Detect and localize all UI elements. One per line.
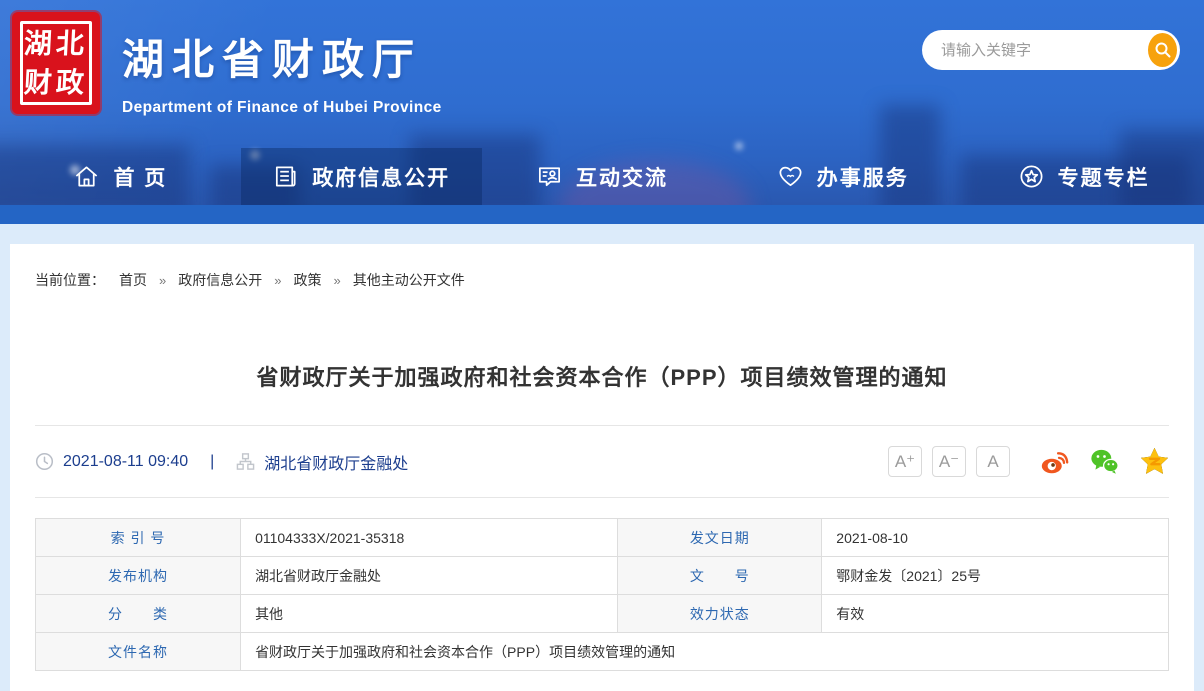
publish-source: 湖北省财政厅金融处 xyxy=(264,450,408,474)
site-title: 湖北省财政厅 xyxy=(122,26,442,87)
doc-index-label: 索 引 号 xyxy=(36,519,241,557)
doc-category-value: 其他 xyxy=(241,595,618,633)
font-increase-button[interactable]: A⁺ xyxy=(888,446,922,477)
doc-name-value: 省财政厅关于加强政府和社会资本合作（PPP）项目绩效管理的通知 xyxy=(241,633,1169,671)
article-title: 省财政厅关于加强政府和社会资本合作（PPP）项目绩效管理的通知 xyxy=(35,360,1169,392)
doc-validity-label: 效力状态 xyxy=(618,595,822,633)
seal-text-row1: 湖北 xyxy=(23,29,89,58)
home-icon xyxy=(73,163,100,190)
breadcrumb-separator: » xyxy=(159,273,166,288)
doc-validity-value: 有效 xyxy=(822,595,1169,633)
hubei-finance-seal-logo: 湖北 财政 xyxy=(12,12,100,114)
heart-icon xyxy=(777,163,804,190)
doc-number-value: 鄂财金发〔2021〕25号 xyxy=(822,557,1169,595)
breadcrumb-link-other-docs[interactable]: 其他主动公开文件 xyxy=(353,270,465,290)
breadcrumb-link-gov-info[interactable]: 政府信息公开 xyxy=(178,270,262,290)
font-decrease-button[interactable]: A⁻ xyxy=(932,446,966,477)
nav-item-label: 专题专栏 xyxy=(1058,162,1150,192)
doc-agency-value: 湖北省财政厅金融处 xyxy=(241,557,618,595)
breadcrumb-label: 当前位置： xyxy=(35,270,105,290)
search-icon xyxy=(1154,41,1172,59)
site-header: 湖北 财政 湖北省财政厅 Department of Finance of Hu… xyxy=(0,0,1204,224)
site-subtitle: Department of Finance of Hubei Province xyxy=(122,99,442,117)
nav-item-label: 互动交流 xyxy=(576,162,668,192)
font-reset-button[interactable]: A xyxy=(976,446,1010,477)
nav-bottom-strip xyxy=(0,205,1204,224)
doc-date-label: 发文日期 xyxy=(618,519,822,557)
qzone-icon[interactable] xyxy=(1140,447,1169,476)
table-row: 文件名称 省财政厅关于加强政府和社会资本合作（PPP）项目绩效管理的通知 xyxy=(36,633,1169,671)
breadcrumb-link-home[interactable]: 首页 xyxy=(119,270,147,290)
nav-item-label: 办事服务 xyxy=(817,162,909,192)
doc-index-value: 01104333X/2021-35318 xyxy=(241,519,618,557)
search-box xyxy=(922,30,1180,70)
content-card: 当前位置： 首页 » 政府信息公开 » 政策 » 其他主动公开文件 省财政厅关于… xyxy=(10,244,1194,691)
wechat-icon[interactable] xyxy=(1090,447,1119,476)
doc-date-value: 2021-08-10 xyxy=(822,519,1169,557)
nav-item-label: 政府信息公开 xyxy=(312,162,450,192)
table-row: 索 引 号 01104333X/2021-35318 发文日期 2021-08-… xyxy=(36,519,1169,557)
publish-datetime: 2021-08-11 09:40 xyxy=(63,453,188,471)
star-circle-icon xyxy=(1018,163,1045,190)
breadcrumb: 当前位置： 首页 » 政府信息公开 » 政策 » 其他主动公开文件 xyxy=(35,244,1169,290)
document-info-table: 索 引 号 01104333X/2021-35318 发文日期 2021-08-… xyxy=(35,518,1169,671)
org-icon xyxy=(236,452,255,471)
doc-number-label: 文 号 xyxy=(618,557,822,595)
doc-name-label: 文件名称 xyxy=(36,633,241,671)
article-meta-row: 2021-08-11 09:40 | 湖北省财政厅金融处 A⁺ A⁻ A xyxy=(35,425,1169,498)
newspaper-icon xyxy=(272,163,299,190)
doc-agency-label: 发布机构 xyxy=(36,557,241,595)
breadcrumb-link-policy[interactable]: 政策 xyxy=(293,270,321,290)
table-row: 分 类 其他 效力状态 有效 xyxy=(36,595,1169,633)
breadcrumb-separator: » xyxy=(274,273,281,288)
breadcrumb-separator: » xyxy=(333,273,340,288)
search-input[interactable] xyxy=(922,42,1148,59)
doc-category-label: 分 类 xyxy=(36,595,241,633)
weibo-icon[interactable] xyxy=(1040,447,1069,476)
search-button[interactable] xyxy=(1148,33,1177,67)
nav-item-label: 首 页 xyxy=(113,162,167,192)
meta-separator: | xyxy=(210,453,214,471)
table-row: 发布机构 湖北省财政厅金融处 文 号 鄂财金发〔2021〕25号 xyxy=(36,557,1169,595)
seal-text-row2: 财政 xyxy=(23,68,89,97)
chat-people-icon xyxy=(536,163,563,190)
clock-icon xyxy=(35,452,54,471)
